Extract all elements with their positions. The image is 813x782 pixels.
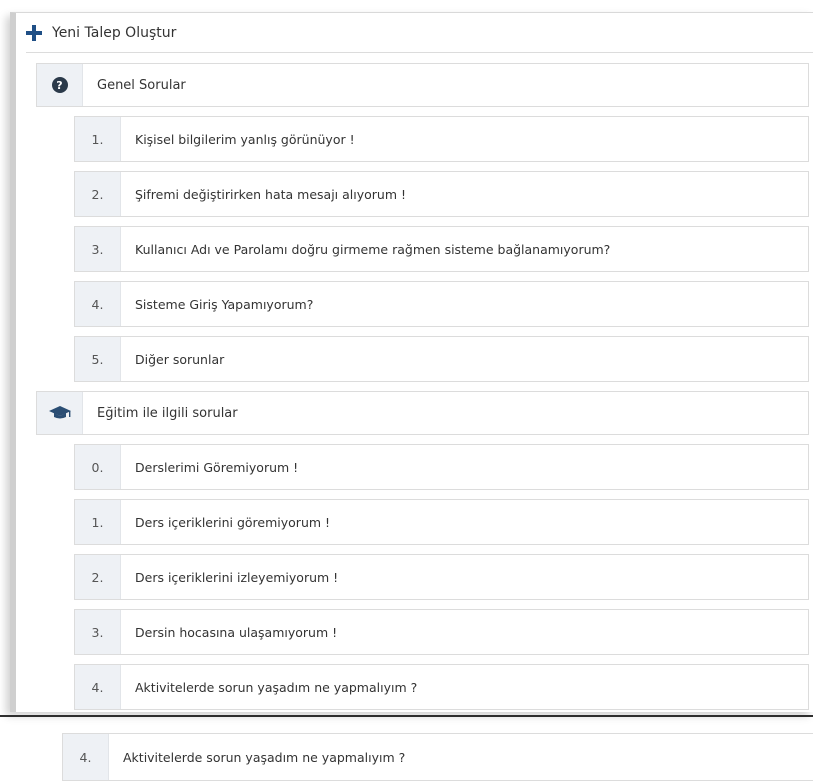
question-circle-icon: ? [51,77,68,93]
item-text: Derslerimi Göremiyorum ! [135,459,299,475]
faq-item[interactable]: 2. Ders içeriklerini izleyemiyorum ! [74,554,809,600]
faq-item[interactable]: 3. Dersin hocasına ulaşamıyorum ! [74,609,809,655]
category-education-questions[interactable]: Eğitim ile ilgili sorular [36,391,809,435]
item-text: Ders içeriklerini göremiyorum ! [135,514,331,530]
faq-item-zoomed[interactable]: 4. Aktivitelerde sorun yaşadım ne yapmal… [62,733,813,781]
category-icon-cell: ? [37,64,83,106]
item-text: Kullanıcı Adı ve Parolamı doğru girmeme … [135,241,611,257]
item-text: Diğer sorunlar [135,351,225,367]
faq-item[interactable]: 1. Ders içeriklerini göremiyorum ! [74,499,809,545]
category-icon-cell [37,392,83,434]
faq-item[interactable]: 5. Diğer sorunlar [74,336,809,382]
item-number: 4. [63,734,109,780]
faq-item[interactable]: 4. Sisteme Giriş Yapamıyorum? [74,281,809,327]
divider [26,52,813,53]
item-text: Aktivitelerde sorun yaşadım ne yapmalıyı… [135,679,418,695]
category-general-questions[interactable]: ? Genel Sorular [36,63,809,107]
item-text: Kişisel bilgilerim yanlış görünüyor ! [135,131,355,147]
item-text: Dersin hocasına ulaşamıyorum ! [135,624,338,640]
faq-item[interactable]: 3. Kullanıcı Adı ve Parolamı doğru girme… [74,226,809,272]
faq-item[interactable]: 2. Şifremi değiştirirken hata mesajı alı… [74,171,809,217]
new-request-button[interactable]: Yeni Talep Oluştur [26,18,176,48]
new-request-label: Yeni Talep Oluştur [52,25,177,41]
item-number: 1. [75,500,121,544]
item-text: Şifremi değiştirirken hata mesajı alıyor… [135,186,406,202]
item-number: 2. [75,555,121,599]
item-number: 0. [75,445,121,489]
divider [0,715,813,717]
item-text: Sisteme Giriş Yapamıyorum? [135,296,314,312]
item-text: Aktivitelerde sorun yaşadım ne yapmalıyı… [123,749,406,765]
faq-item[interactable]: 1. Kişisel bilgilerim yanlış görünüyor ! [74,116,809,162]
item-text: Ders içeriklerini izleyemiyorum ! [135,569,339,585]
faq-item[interactable]: 4. Aktivitelerde sorun yaşadım ne yapmal… [74,664,809,710]
graduation-cap-icon [48,406,71,419]
category-title: Genel Sorular [97,77,186,93]
item-number: 3. [75,610,121,654]
item-number: 4. [75,282,121,326]
item-number: 5. [75,337,121,381]
item-number: 3. [75,227,121,271]
faq-item[interactable]: 0. Derslerimi Göremiyorum ! [74,444,809,490]
category-title: Eğitim ile ilgili sorular [97,405,238,421]
plus-icon [26,25,42,41]
item-number: 1. [75,117,121,161]
item-number: 2. [75,172,121,216]
item-number: 4. [75,665,121,709]
